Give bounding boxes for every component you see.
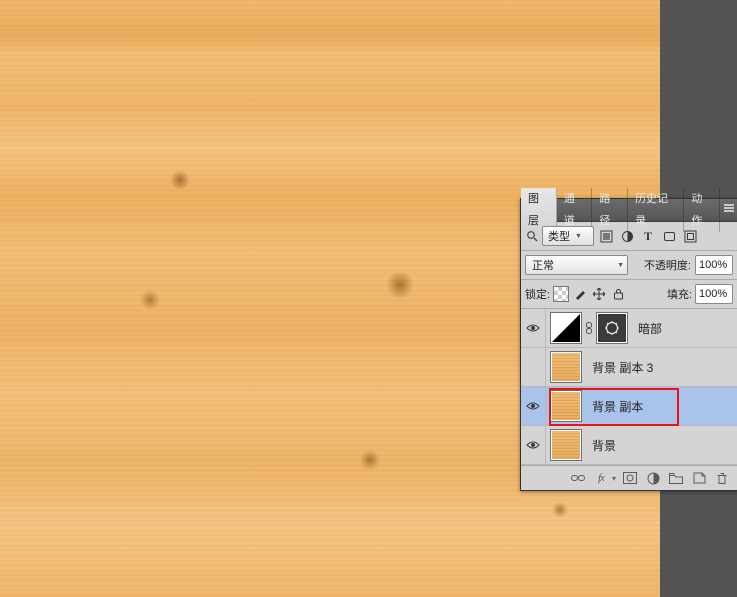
layer-row[interactable]: 背景 — [521, 426, 737, 465]
visibility-toggle[interactable] — [521, 309, 546, 347]
lock-label: 锁定: — [525, 286, 550, 302]
delete-layer-icon[interactable] — [713, 469, 731, 487]
visibility-toggle[interactable] — [521, 348, 546, 386]
layer-name[interactable]: 背景 — [592, 437, 616, 454]
layer-mask-thumbnail[interactable] — [550, 312, 582, 344]
add-mask-icon[interactable] — [621, 469, 639, 487]
blend-mode-select[interactable]: 正常 ▼ — [525, 255, 628, 275]
adjustment-thumbnail[interactable] — [596, 312, 628, 344]
layer-name[interactable]: 暗部 — [638, 320, 662, 337]
layer-row[interactable]: 暗部 — [521, 309, 737, 348]
lock-row: 锁定: 填充: 100% — [521, 280, 737, 309]
visibility-toggle[interactable] — [521, 426, 546, 464]
layer-row[interactable]: 背景 副本 3 — [521, 348, 737, 387]
layer-thumbnail[interactable] — [550, 429, 582, 461]
layer-list: 暗部 背景 副本 3 背景 副本 — [521, 309, 737, 465]
layer-name[interactable]: 背景 副本 — [592, 398, 643, 415]
lock-all-icon[interactable] — [610, 286, 626, 302]
filter-smart-icon[interactable] — [681, 227, 699, 245]
layer-row[interactable]: 背景 副本 — [521, 387, 737, 426]
panel-menu-icon[interactable] — [720, 204, 737, 217]
filter-type-text-icon[interactable]: T — [639, 227, 657, 245]
panel-footer: fx ▾ — [521, 465, 737, 490]
filter-shape-icon[interactable] — [660, 227, 678, 245]
new-group-icon[interactable] — [667, 469, 685, 487]
filter-type-label: 类型 — [548, 228, 570, 244]
blend-mode-row: 正常 ▼ 不透明度: 100% — [521, 251, 737, 280]
chevron-down-icon: ▾ — [612, 474, 616, 483]
layer-thumbnail[interactable] — [550, 351, 582, 383]
mask-link-icon[interactable] — [584, 322, 594, 334]
new-layer-icon[interactable] — [690, 469, 708, 487]
chevron-down-icon: ▼ — [575, 233, 582, 240]
tab-history[interactable]: 历史记录 — [628, 188, 684, 232]
filter-pixel-icon[interactable] — [597, 227, 615, 245]
opacity-field[interactable]: 100% — [695, 255, 733, 275]
opacity-value: 100% — [699, 259, 727, 271]
new-adjustment-icon[interactable] — [644, 469, 662, 487]
fill-field[interactable]: 100% — [695, 284, 733, 304]
link-layers-icon[interactable] — [569, 469, 587, 487]
layers-panel: 图层 通道 路径 历史记录 动作 类型 ▼ T 正常 — [520, 198, 737, 491]
layer-name[interactable]: 背景 副本 3 — [592, 359, 653, 376]
filter-adjust-icon[interactable] — [618, 227, 636, 245]
layer-fx-icon[interactable]: fx — [592, 469, 610, 487]
tab-actions[interactable]: 动作 — [684, 188, 720, 232]
search-icon — [525, 229, 539, 243]
opacity-label: 不透明度: — [644, 257, 691, 273]
tab-paths[interactable]: 路径 — [592, 188, 628, 232]
chevron-down-icon: ▼ — [617, 262, 624, 269]
visibility-toggle[interactable] — [521, 387, 546, 425]
blend-mode-value: 正常 — [532, 257, 554, 273]
panel-tabstrip: 图层 通道 路径 历史记录 动作 — [521, 199, 737, 222]
lock-position-icon[interactable] — [591, 286, 607, 302]
filter-type-select[interactable]: 类型 ▼ — [542, 226, 594, 246]
fill-label: 填充: — [667, 286, 692, 302]
lock-pixels-icon[interactable] — [572, 286, 588, 302]
fill-value: 100% — [699, 288, 727, 300]
lock-transparent-icon[interactable] — [553, 286, 569, 302]
layer-thumbnail[interactable] — [550, 390, 582, 422]
